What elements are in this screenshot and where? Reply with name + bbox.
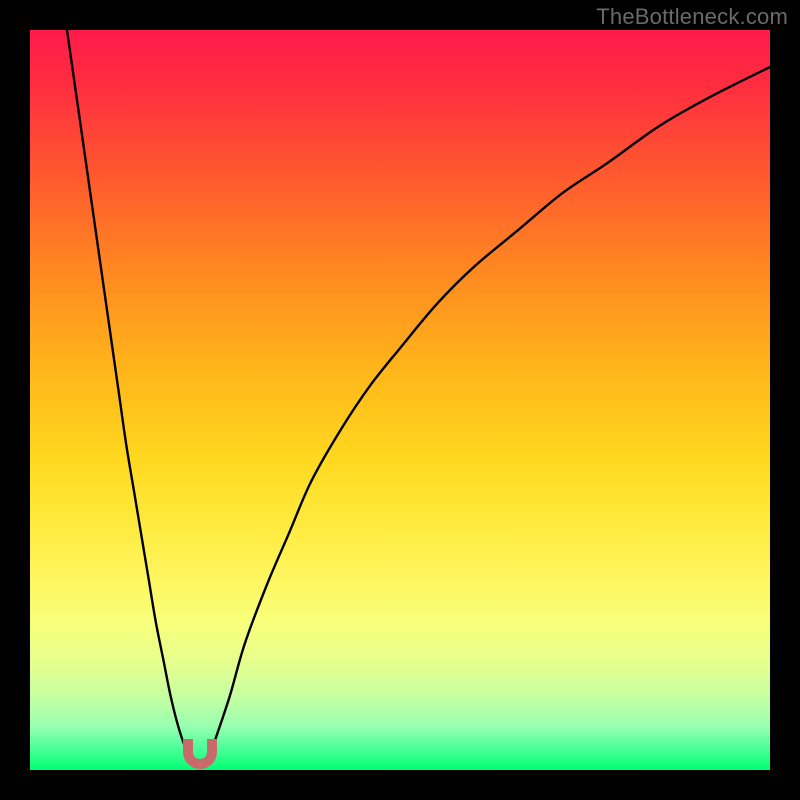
- curve-right: [208, 67, 770, 763]
- chart-curves-svg: [30, 30, 770, 770]
- curve-left: [67, 30, 193, 763]
- chart-plot-area: [30, 30, 770, 770]
- outer-frame: TheBottleneck.com: [0, 0, 800, 800]
- watermark-text: TheBottleneck.com: [596, 4, 788, 30]
